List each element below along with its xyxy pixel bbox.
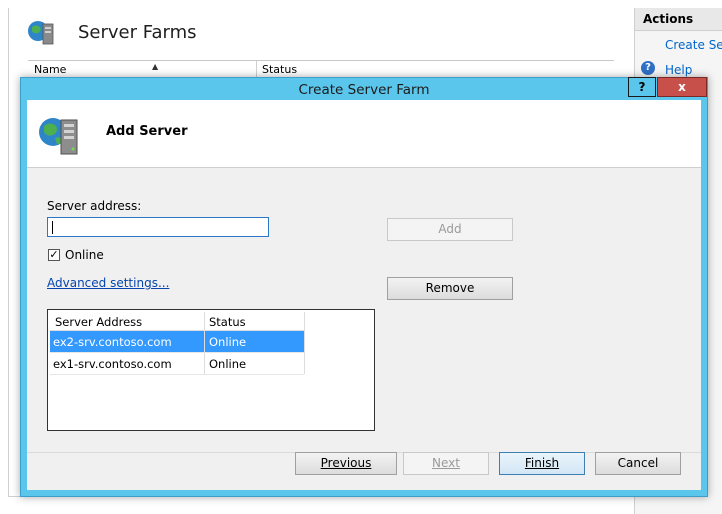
help-icon[interactable]: ? — [641, 61, 655, 75]
online-checkbox[interactable]: ✓ — [48, 249, 60, 261]
add-button[interactable]: Add — [387, 218, 513, 241]
next-button[interactable]: Next — [403, 452, 489, 475]
actions-header: Actions — [635, 8, 722, 31]
server-address-input[interactable] — [47, 217, 269, 237]
dialog-close-button[interactable]: x — [657, 77, 707, 97]
create-server-farm-link[interactable]: Create Se — [665, 38, 722, 52]
finish-button[interactable]: Finish — [499, 452, 585, 475]
previous-button[interactable]: Previous — [295, 452, 397, 475]
text-caret — [52, 221, 53, 234]
column-server-address[interactable]: Server Address — [55, 315, 142, 329]
help-link[interactable]: Help — [665, 63, 692, 77]
column-status[interactable]: Status — [209, 315, 246, 329]
remove-button[interactable]: Remove — [387, 277, 513, 300]
finish-label: Finish — [524, 456, 560, 470]
advanced-settings-link[interactable]: Advanced settings... — [47, 276, 169, 290]
page-title: Server Farms — [78, 22, 197, 43]
cancel-button[interactable]: Cancel — [595, 452, 681, 475]
sort-ascending-icon: ▲ — [152, 62, 159, 71]
column-status[interactable]: Status — [262, 63, 297, 76]
farm-list-header: Name ▲ Status — [28, 60, 614, 78]
online-label[interactable]: Online — [65, 248, 104, 262]
server-row[interactable]: ex1-srv.contoso.com Online — [50, 353, 304, 375]
pane-border — [8, 8, 9, 496]
server-list-header: Server Address Status — [50, 312, 304, 331]
server-address-cell: ex2-srv.contoso.com — [53, 335, 172, 349]
wizard-banner: Add Server — [27, 100, 701, 168]
column-divider — [204, 331, 205, 352]
server-address-cell: ex1-srv.contoso.com — [53, 357, 172, 371]
wizard-step-title: Add Server — [106, 124, 188, 139]
server-row[interactable]: ex2-srv.contoso.com Online — [50, 331, 304, 353]
server-status-cell: Online — [209, 357, 247, 371]
server-address-label: Server address: — [47, 199, 142, 213]
previous-label: Previous — [320, 456, 372, 470]
dialog-help-button[interactable]: ? — [628, 77, 656, 97]
column-divider — [204, 312, 205, 330]
column-name[interactable]: Name — [34, 63, 66, 76]
column-divider — [256, 61, 257, 77]
server-status-cell: Online — [209, 335, 247, 349]
column-divider — [204, 353, 205, 374]
dialog-title: Create Server Farm — [298, 82, 430, 98]
globe-server-icon — [28, 21, 54, 45]
globe-server-icon — [39, 118, 78, 155]
list-grid-edge — [304, 312, 305, 374]
dialog-body: Add Server Server address: ✓ Online Adva… — [27, 100, 701, 490]
check-icon: ✓ — [49, 248, 59, 261]
actions-title: Actions — [643, 12, 694, 26]
create-server-farm-dialog: Create Server Farm ? x Add Server Server… — [20, 77, 708, 497]
next-label: Next — [432, 456, 460, 470]
server-list[interactable]: Server Address Status ex2-srv.contoso.co… — [47, 309, 375, 431]
